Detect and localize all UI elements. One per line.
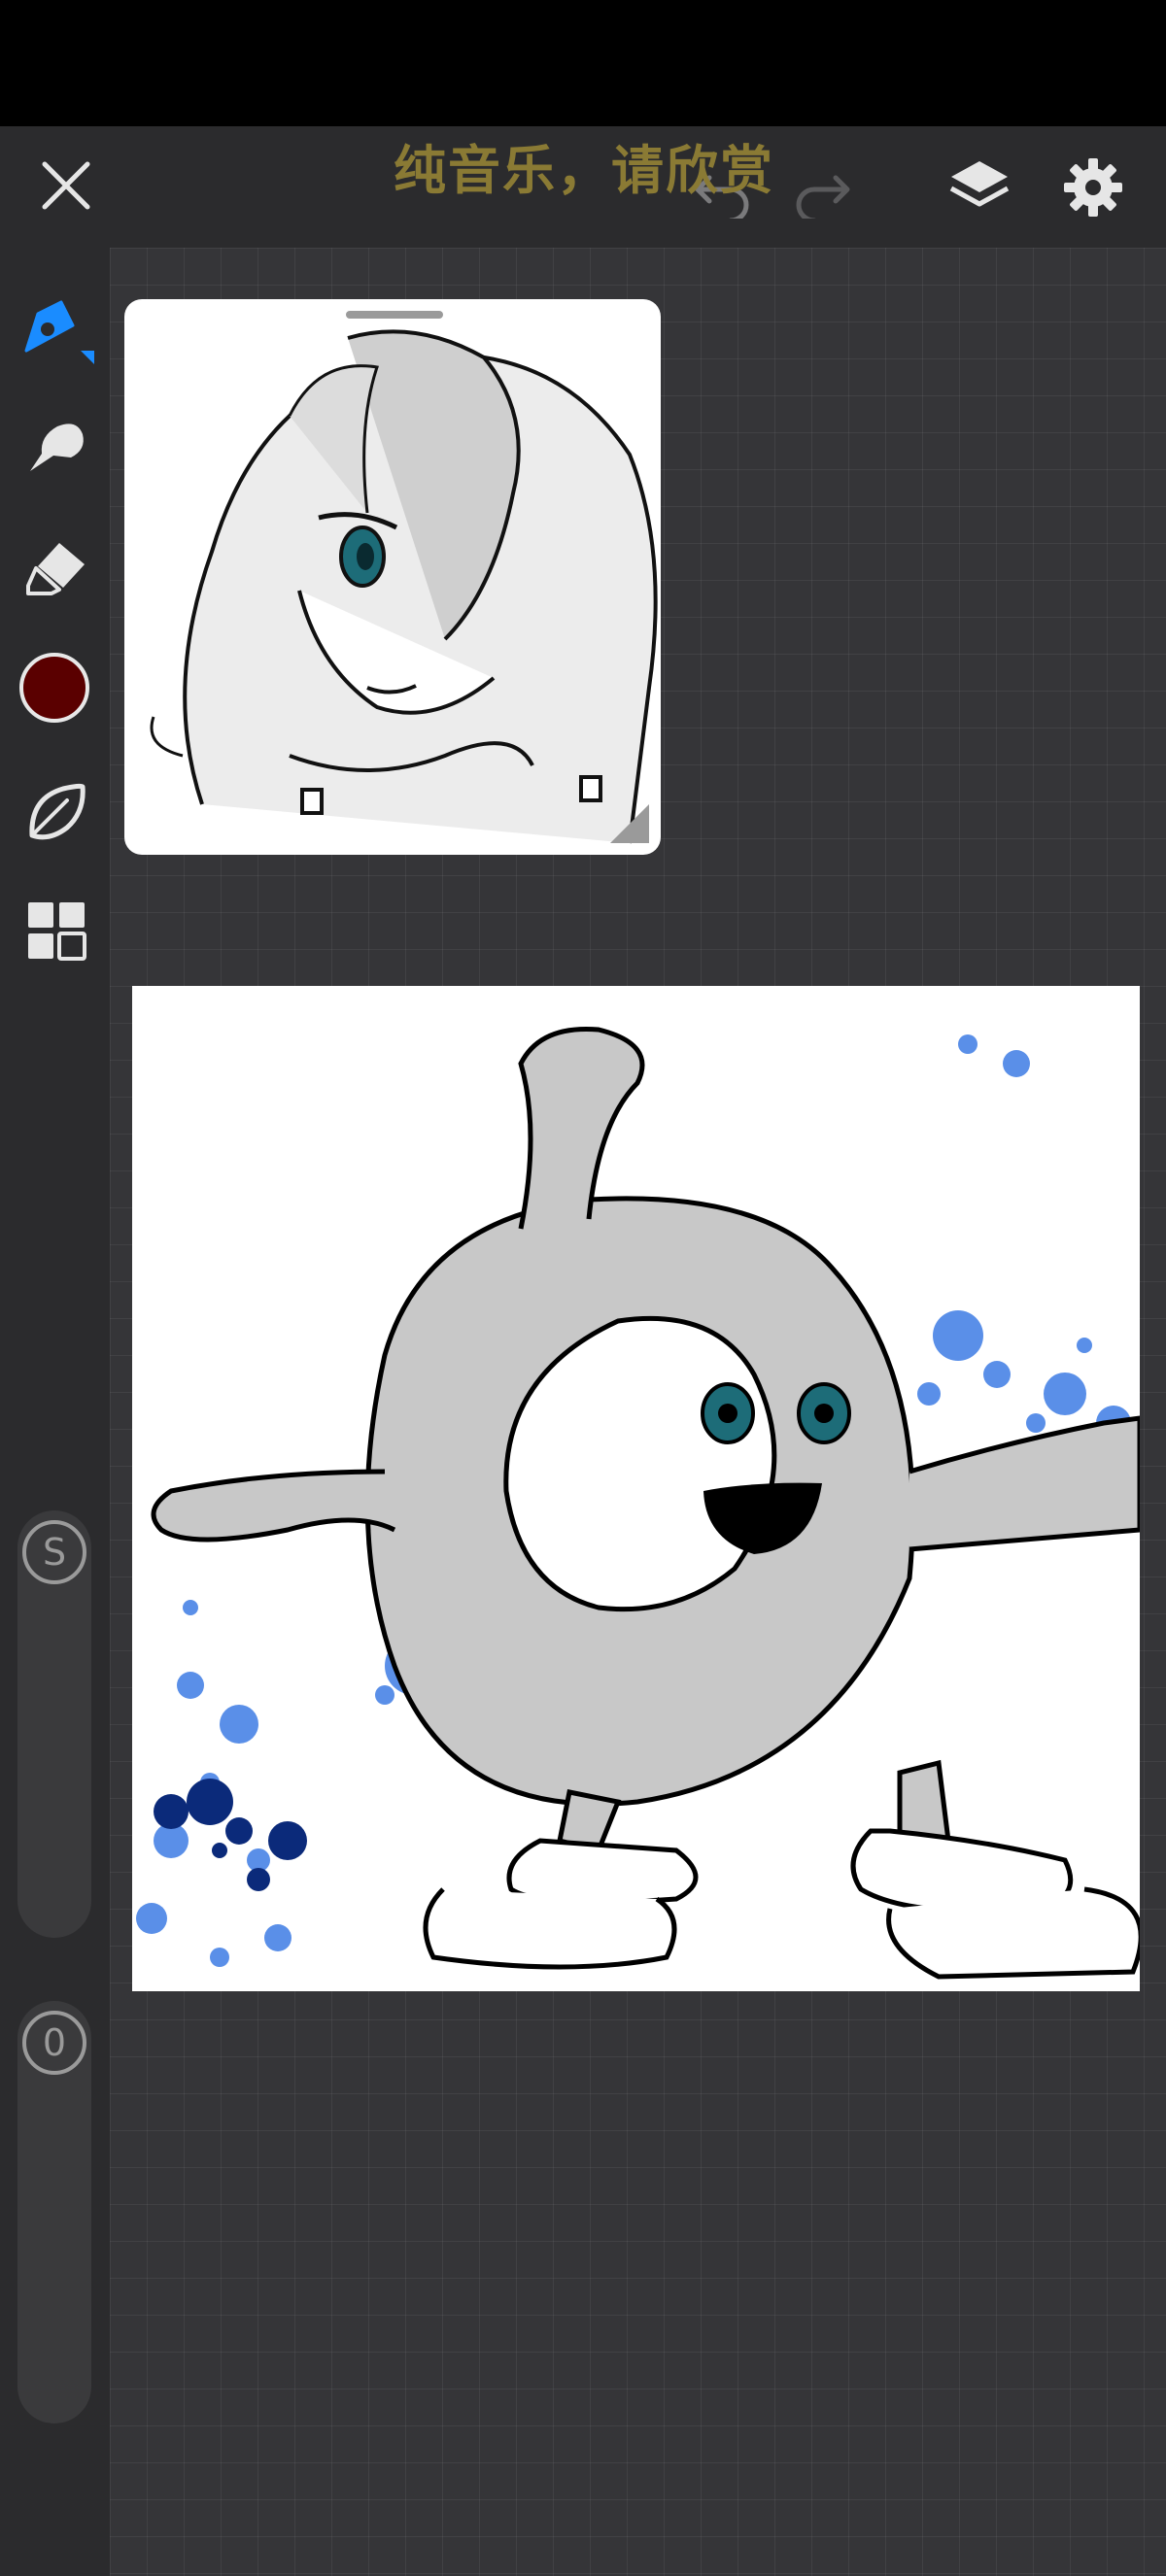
reference-sketch-image — [150, 329, 658, 844]
pencil-icon — [24, 300, 94, 364]
pencil-tool-button[interactable] — [17, 291, 95, 369]
redo-icon — [796, 175, 850, 219]
reference-image-panel[interactable] — [124, 299, 661, 855]
color-picker-button[interactable] — [19, 653, 89, 723]
leaf-icon — [29, 783, 86, 840]
artwork-image — [136, 1026, 1140, 1980]
more-tools-button[interactable] — [17, 892, 95, 969]
opacity-slider-handle[interactable]: 0 — [22, 2011, 86, 2075]
size-slider-label: S — [42, 1531, 67, 1574]
layers-icon — [949, 160, 1010, 206]
close-button[interactable] — [31, 151, 101, 220]
overlay-caption: 纯音乐，请欣赏 — [394, 139, 774, 201]
brush-opacity-slider[interactable]: 0 — [17, 2001, 91, 2423]
close-icon — [42, 161, 90, 210]
smudge-tool-button[interactable] — [17, 408, 95, 486]
eraser-icon — [26, 543, 85, 595]
reference-drag-handle[interactable] — [346, 311, 443, 319]
size-slider-handle[interactable]: S — [22, 1520, 86, 1584]
opacity-slider-label: 0 — [42, 2021, 67, 2064]
settings-button[interactable] — [1054, 151, 1132, 223]
eraser-tool-button[interactable] — [17, 529, 95, 607]
brush-size-slider[interactable]: S — [17, 1510, 91, 1938]
gear-icon — [1064, 157, 1122, 217]
layers-button[interactable] — [941, 151, 1018, 223]
smudge-icon — [30, 424, 84, 471]
redo-button[interactable] — [782, 155, 860, 223]
shapes-tool-button[interactable] — [17, 772, 95, 850]
status-bar — [0, 0, 1166, 126]
drawing-canvas[interactable] — [132, 986, 1140, 1991]
grid-icon — [28, 902, 86, 961]
